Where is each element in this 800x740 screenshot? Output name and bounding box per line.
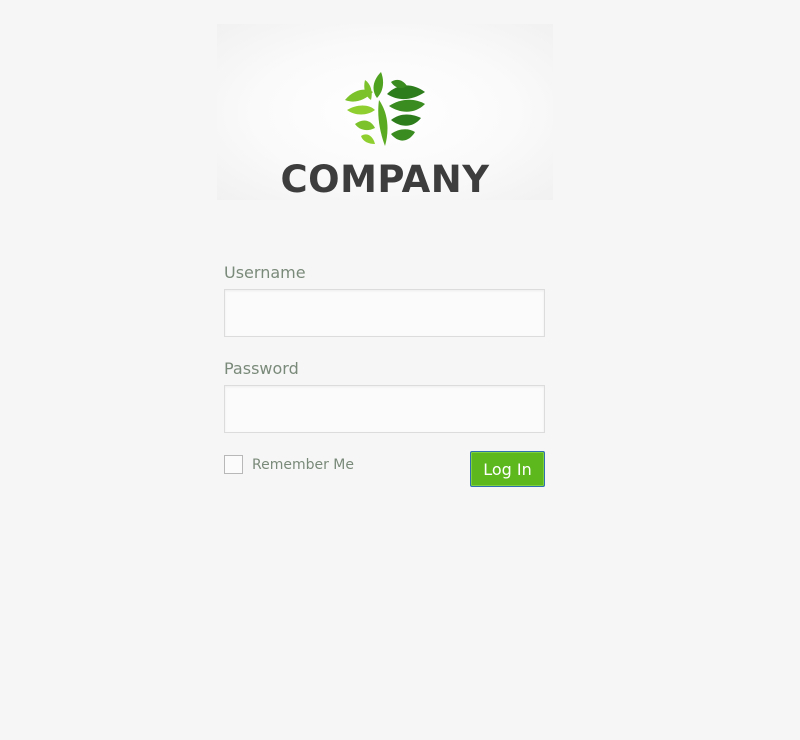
username-input[interactable]	[224, 289, 545, 337]
login-form: Username Password Remember Me Log In	[224, 262, 545, 491]
username-label: Username	[224, 263, 306, 282]
password-label: Password	[224, 359, 299, 378]
logo-wordmark: COMPANY	[280, 158, 490, 201]
form-actions: Remember Me Log In	[224, 451, 545, 491]
password-input[interactable]	[224, 385, 545, 433]
remember-me-checkbox[interactable]	[224, 455, 243, 474]
leaf-pentagon-logo-icon	[345, 72, 425, 146]
remember-me[interactable]: Remember Me	[224, 455, 354, 474]
login-button[interactable]: Log In	[470, 451, 545, 487]
remember-me-label: Remember Me	[252, 456, 354, 473]
company-logo: COMPANY	[217, 24, 553, 201]
